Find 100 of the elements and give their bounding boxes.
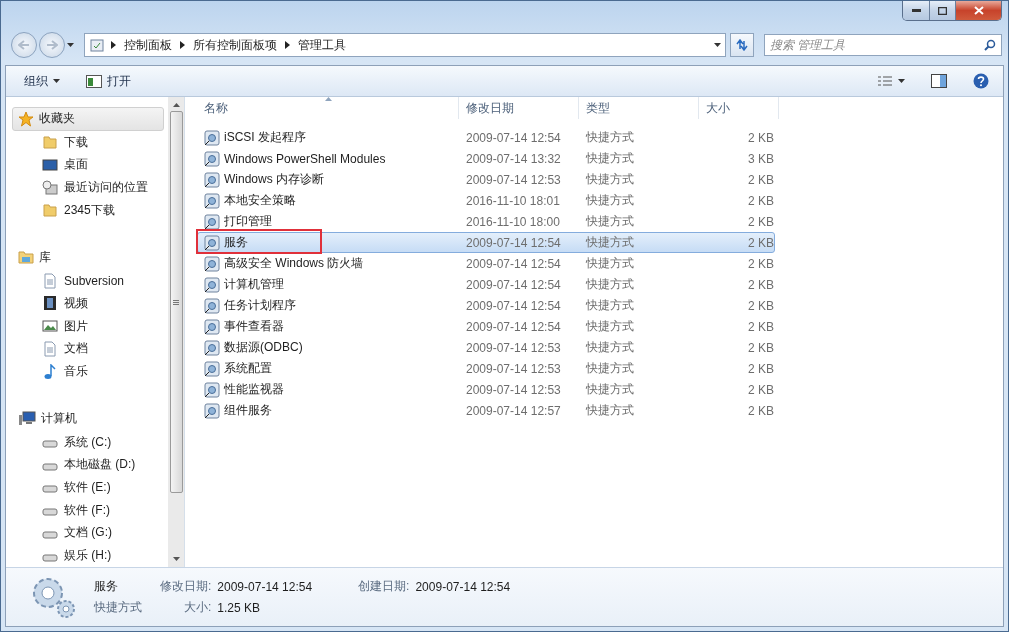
minimize-icon: [911, 9, 921, 12]
file-row[interactable]: 计算机管理 2009-07-14 12:54 快捷方式 2 KB: [197, 274, 775, 295]
nav-item[interactable]: 桌面: [12, 153, 168, 177]
scroll-thumb[interactable]: [169, 111, 183, 493]
field-label: 创建日期:: [358, 578, 410, 595]
maximize-button[interactable]: [929, 1, 955, 20]
back-arrow-icon: [18, 40, 30, 50]
shortcut-icon: [204, 339, 220, 356]
nav-item[interactable]: 软件 (F:): [12, 498, 168, 522]
organize-button[interactable]: 组织: [18, 69, 66, 93]
type-cell-text: 快捷方式: [585, 381, 635, 398]
file-row[interactable]: 任务计划程序 2009-07-14 12:54 快捷方式 2 KB: [197, 295, 775, 316]
star-icon: [18, 110, 34, 127]
file-row[interactable]: 服务 2009-07-14 12:54 快捷方式 2 KB: [197, 232, 775, 253]
refresh-button[interactable]: [730, 33, 754, 57]
address-bar[interactable]: 控制面板 所有控制面板项 管理工具: [84, 33, 726, 57]
breadcrumb-arrow-icon: [111, 41, 116, 49]
nav-item[interactable]: 软件 (E:): [12, 476, 168, 499]
search-field[interactable]: 搜索 管理工具: [764, 34, 1002, 56]
type-cell-text: 快捷方式: [585, 297, 635, 314]
date-cell-text: 2009-07-14 12:57: [465, 403, 562, 418]
shortcut-icon: [204, 150, 220, 167]
date-cell-text: 2009-07-14 12:54: [465, 235, 562, 250]
drive-icon: [42, 508, 58, 517]
nav-item[interactable]: 文档: [12, 337, 168, 361]
column-header[interactable]: 名称: [197, 97, 459, 119]
document-icon: [42, 272, 58, 289]
date-cell-text: 2009-07-14 12:53: [465, 361, 562, 376]
shortcut-icon: [204, 213, 220, 230]
date-cell-text: 2016-11-10 18:00: [465, 214, 561, 229]
file-row[interactable]: 本地安全策略 2016-11-10 18:01 快捷方式 2 KB: [197, 190, 775, 211]
file-row[interactable]: 系统配置 2009-07-14 12:53 快捷方式 2 KB: [197, 358, 775, 379]
nav-group[interactable]: 收藏夹: [12, 107, 164, 131]
file-row[interactable]: 性能监视器 2009-07-14 12:53 快捷方式 2 KB: [197, 379, 775, 400]
file-row[interactable]: 组件服务 2009-07-14 12:57 快捷方式 2 KB: [197, 400, 775, 421]
date-cell-text: 2009-07-14 12:53: [465, 340, 562, 355]
date-cell-text: 2009-07-14 13:32: [465, 151, 562, 166]
caret-icon: [898, 79, 905, 83]
breadcrumb[interactable]: 所有控制面板项: [191, 36, 279, 54]
minimize-button[interactable]: [903, 1, 929, 20]
shortcut-icon: [204, 402, 220, 419]
date-cell-text: 2009-07-14 12:54: [465, 277, 562, 292]
column-header[interactable]: 大小: [699, 97, 779, 119]
drive-icon: [42, 462, 58, 471]
file-name-cell: Windows PowerShell Modules: [198, 150, 460, 167]
type-cell-text: 快捷方式: [585, 339, 635, 356]
forward-arrow-icon: [46, 40, 58, 50]
drive-icon: [42, 553, 58, 562]
size-cell-text: 2 KB: [747, 277, 775, 292]
nav-item[interactable]: 本地磁盘 (D:): [12, 453, 168, 477]
nav-item[interactable]: 视频: [12, 292, 168, 315]
item-type: 快捷方式: [94, 599, 142, 616]
size-cell-text: 2 KB: [747, 298, 775, 313]
type-cell-text: 快捷方式: [585, 402, 635, 419]
file-name-cell: 本地安全策略: [198, 192, 460, 209]
nav-item[interactable]: 娱乐 (H:): [12, 544, 168, 567]
file-row[interactable]: 数据源(ODBC) 2009-07-14 12:53 快捷方式 2 KB: [197, 337, 775, 358]
nav-group[interactable]: 库: [12, 245, 164, 270]
column-header[interactable]: 修改日期: [459, 97, 579, 119]
file-row[interactable]: iSCSI 发起程序 2009-07-14 12:54 快捷方式 2 KB: [197, 127, 775, 148]
file-row[interactable]: 高级安全 Windows 防火墙 2009-07-14 12:54 快捷方式 2 KB: [197, 253, 775, 274]
nav-item[interactable]: 图片: [12, 314, 168, 338]
nav-item[interactable]: 2345下载: [12, 198, 168, 222]
date-cell-text: 2009-07-14 12:53: [465, 382, 562, 397]
date-cell-text: 2009-07-14 12:54: [465, 256, 562, 271]
column-header[interactable]: 类型: [579, 97, 699, 119]
breadcrumb[interactable]: 控制面板: [122, 36, 174, 54]
date-cell-text: 2009-07-14 12:54: [465, 298, 562, 313]
file-row[interactable]: 事件查看器 2009-07-14 12:54 快捷方式 2 KB: [197, 316, 775, 337]
sort-arrow-icon: [325, 97, 332, 101]
breadcrumb[interactable]: 管理工具: [296, 36, 348, 54]
nav-item[interactable]: 最近访问的位置: [12, 176, 168, 199]
file-name-cell: 打印管理: [198, 213, 460, 230]
file-row[interactable]: Windows 内存诊断 2009-07-14 12:53 快捷方式 2 KB: [197, 169, 775, 190]
scroll-up-icon: [172, 103, 180, 107]
nav-group[interactable]: 计算机: [12, 406, 164, 431]
date-cell-text: 2009-07-14 12:54: [465, 319, 562, 334]
scrollbar[interactable]: [168, 97, 184, 567]
shortcut-icon: [204, 171, 220, 188]
nav-item[interactable]: 音乐: [12, 360, 168, 383]
drive-icon: [42, 530, 58, 539]
nav-item[interactable]: 文档 (G:): [12, 521, 168, 545]
file-row[interactable]: 打印管理 2016-11-10 18:00 快捷方式 2 KB: [197, 211, 775, 232]
close-button[interactable]: [955, 1, 1001, 20]
nav-item[interactable]: 下载: [12, 130, 168, 154]
window-icon: [86, 74, 102, 88]
type-cell-text: 快捷方式: [585, 276, 635, 293]
file-row[interactable]: Windows PowerShell Modules 2009-07-14 13:32 快捷方式 3 KB: [197, 148, 775, 169]
open-button[interactable]: 打开: [80, 69, 137, 93]
shortcut-icon: [204, 255, 220, 272]
address-dropdown-icon: [714, 43, 721, 47]
date-cell-text: 2016-11-10 18:01: [465, 193, 561, 208]
document-icon: [42, 340, 58, 357]
drive-icon: [42, 485, 58, 494]
nav-item[interactable]: Subversion: [12, 269, 168, 293]
type-cell-text: 快捷方式: [585, 234, 635, 251]
type-cell-text: 快捷方式: [585, 129, 635, 146]
nav-item[interactable]: 系统 (C:): [12, 430, 168, 454]
picture-icon: [42, 318, 58, 335]
file-name-cell: 事件查看器: [198, 318, 460, 335]
